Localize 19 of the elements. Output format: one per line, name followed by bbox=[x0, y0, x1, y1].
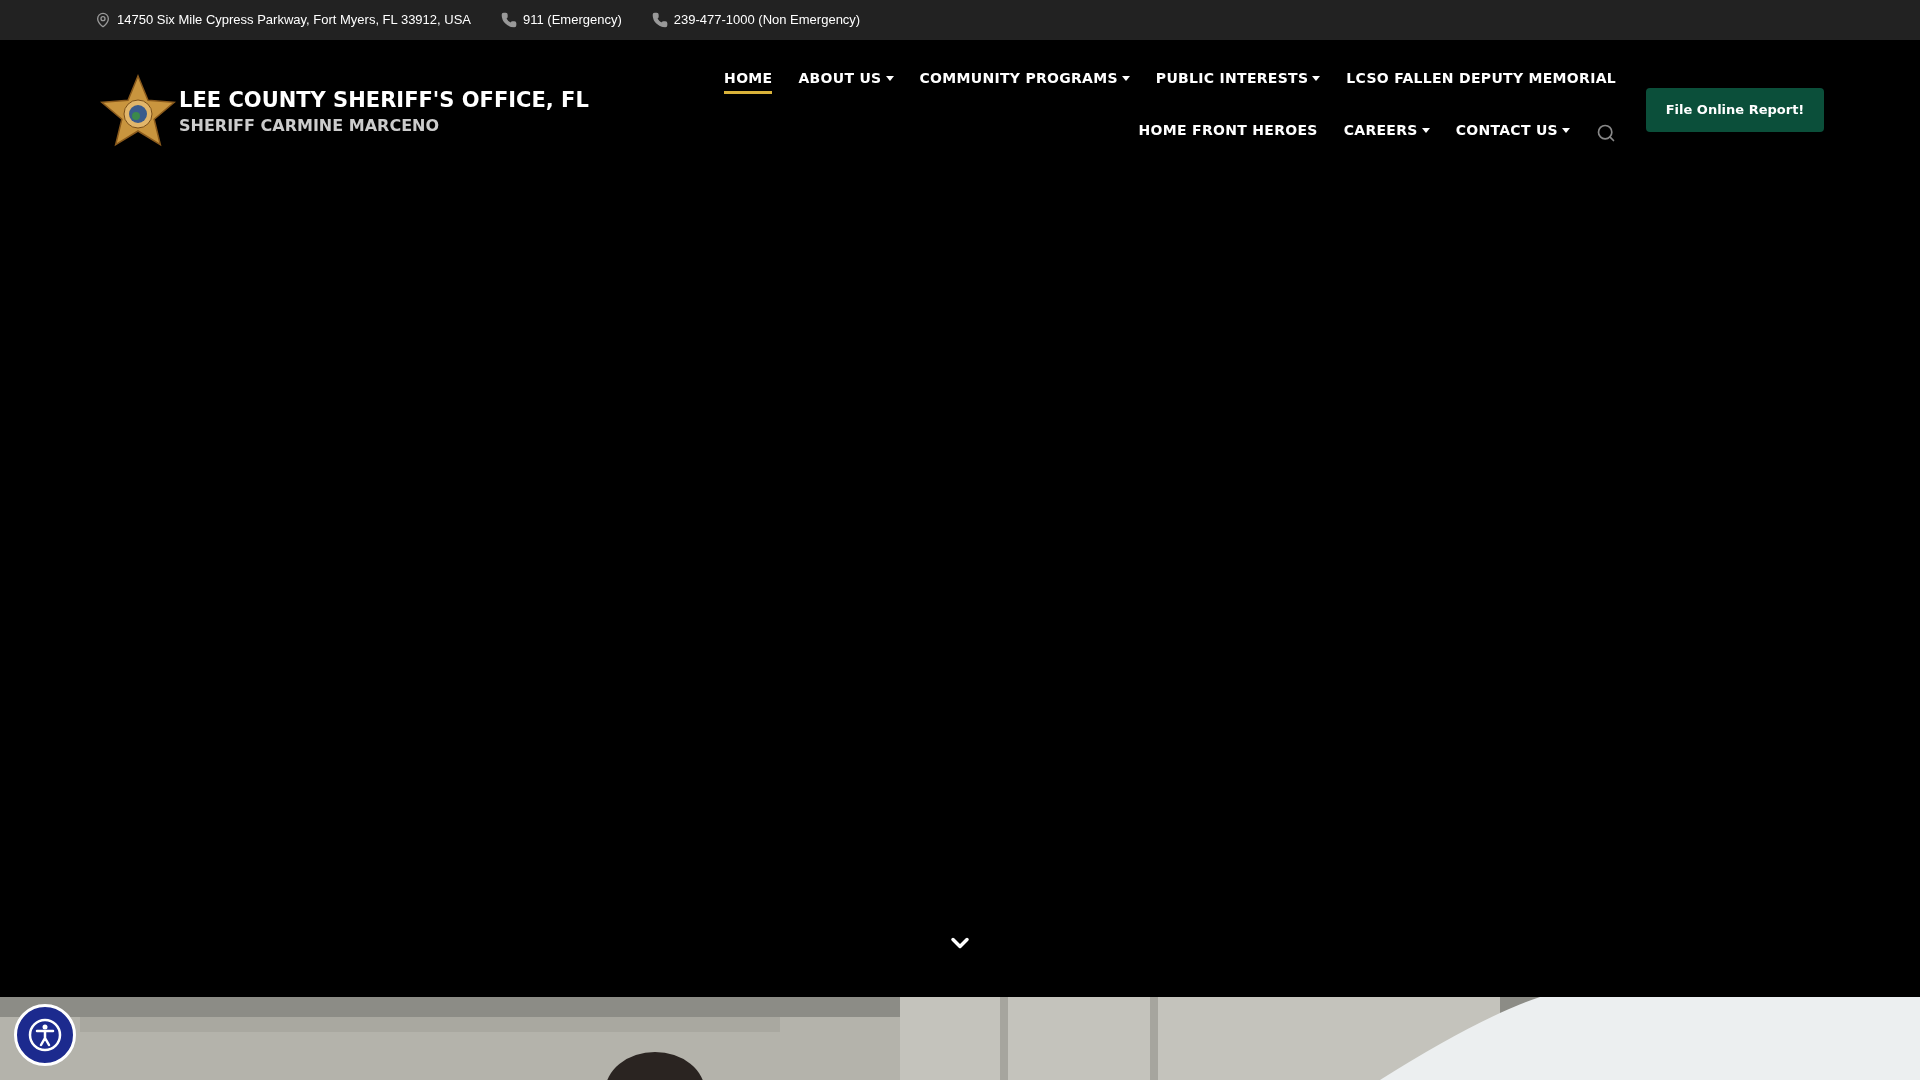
nav-link[interactable]: ABOUT US bbox=[798, 68, 894, 94]
nav-link[interactable]: PUBLIC INTERESTS bbox=[1155, 68, 1321, 94]
phone-icon bbox=[651, 12, 668, 28]
nav-link[interactable]: CONTACT US bbox=[1455, 120, 1570, 146]
nav-link[interactable]: COMMUNITY PROGRAMS bbox=[919, 68, 1130, 94]
site-subtitle: SHERIFF CARMINE MARCENO bbox=[179, 115, 441, 137]
location-pin-icon bbox=[95, 12, 111, 28]
contact-text[interactable]: 14750 Six Mile Cypress Parkway, Fort Myers, FL 33912, USA bbox=[117, 10, 471, 30]
site-title[interactable]: LEE COUNTY SHERIFF'S OFFICE, FL bbox=[179, 86, 589, 114]
nav-link[interactable]: LCSO FALLEN DEPUTY MEMORIAL bbox=[1346, 68, 1616, 94]
nav-link[interactable]: CAREERS bbox=[1343, 120, 1430, 146]
phone-icon bbox=[501, 12, 517, 28]
contact-text[interactable]: 911 (Emergency) bbox=[523, 10, 622, 30]
accessibility-icon bbox=[28, 1018, 62, 1052]
contact-text[interactable]: 239-477-1000 (Non Emergency) bbox=[673, 10, 861, 30]
nav-link[interactable]: HOME bbox=[724, 68, 773, 94]
search-icon[interactable] bbox=[1596, 123, 1616, 143]
nav-link[interactable]: HOME FRONT HEROES bbox=[1138, 120, 1318, 146]
file-report-button[interactable]: File Online Report! bbox=[1646, 88, 1824, 132]
